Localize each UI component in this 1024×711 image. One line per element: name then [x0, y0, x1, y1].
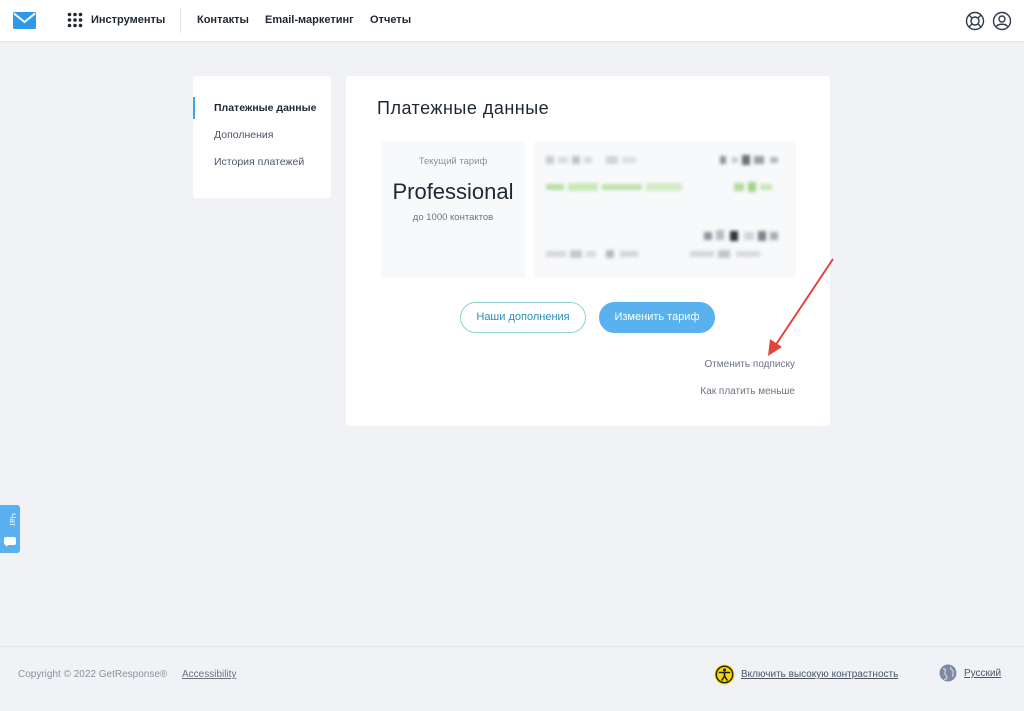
high-contrast-link[interactable]: Включить высокую контрастность: [741, 669, 898, 680]
billing-details-redacted: [534, 142, 796, 278]
lifebuoy-icon[interactable]: [965, 11, 985, 31]
user-circle-icon[interactable]: [992, 11, 1012, 31]
change-plan-button[interactable]: Изменить тариф: [599, 302, 715, 333]
page-title: Платежные данные: [377, 98, 550, 118]
globe-icon[interactable]: [939, 664, 957, 682]
sidebar-item-addons[interactable]: Дополнения: [214, 129, 273, 141]
grid-dots-icon[interactable]: [67, 12, 83, 28]
pay-less-link[interactable]: Как платить меньше: [700, 386, 795, 397]
nav-link-reports[interactable]: Отчеты: [370, 14, 411, 26]
sidebar-item-payment-data[interactable]: Платежные данные: [214, 102, 316, 114]
billing-card: Платежные данные Текущий тариф Professio…: [346, 76, 830, 426]
accessibility-link[interactable]: Accessibility: [182, 669, 236, 680]
active-indicator: [193, 97, 195, 119]
chat-bubble-icon: [4, 537, 16, 547]
nav-link-contacts[interactable]: Контакты: [197, 14, 249, 26]
redacted-date: [546, 250, 656, 258]
top-navigation: Инструменты Контакты Email-маркетинг Отч…: [0, 0, 1024, 42]
plan-contact-limit: до 1000 контактов: [412, 212, 494, 223]
chat-tab[interactable]: Чат: [0, 505, 20, 553]
redacted-amount: [704, 230, 784, 242]
plan-name: Professional: [392, 179, 514, 204]
redacted-status: [546, 183, 686, 191]
nav-tools-menu[interactable]: Инструменты: [91, 14, 165, 26]
plan-label: Текущий тариф: [418, 156, 488, 167]
sidebar-item-payment-history[interactable]: История платежей: [214, 156, 304, 168]
chat-label: Чат: [8, 513, 17, 527]
copyright-text: Copyright © 2022 GetResponse®: [18, 669, 168, 680]
cancel-subscription-link[interactable]: Отменить подписку: [704, 359, 795, 370]
redacted-text: [546, 156, 646, 164]
nav-link-email-marketing[interactable]: Email-маркетинг: [265, 14, 354, 26]
red-arrow-annotation: [768, 258, 834, 356]
redacted-status-value: [734, 182, 784, 192]
envelope-icon[interactable]: [13, 12, 36, 29]
our-addons-button[interactable]: Наши дополнения: [460, 302, 586, 333]
accessibility-person-icon[interactable]: [714, 664, 735, 685]
redacted-value: [720, 155, 784, 165]
footer-divider: [0, 646, 1024, 647]
language-selector[interactable]: Русский: [964, 668, 1001, 679]
billing-sidebar: Платежные данные Дополнения История плат…: [193, 76, 331, 198]
redacted-date-value: [690, 250, 770, 258]
nav-divider: [180, 8, 181, 33]
current-plan-box: Текущий тариф Professional до 1000 конта…: [381, 142, 525, 278]
